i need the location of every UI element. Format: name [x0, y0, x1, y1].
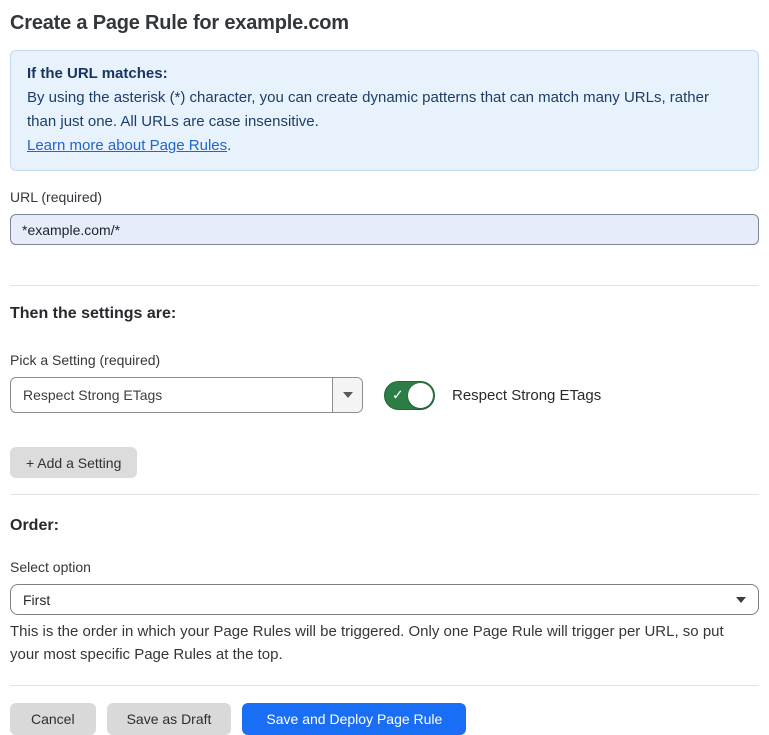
order-select[interactable]: First — [10, 584, 759, 615]
setting-picker-label: Pick a Setting (required) — [10, 352, 759, 369]
cancel-button[interactable]: Cancel — [10, 703, 96, 735]
setting-select[interactable]: Respect Strong ETags — [10, 377, 363, 413]
url-match-info-box: If the URL matches: By using the asteris… — [10, 50, 759, 171]
setting-toggle[interactable]: ✓ — [384, 381, 435, 410]
page-rule-form: Create a Page Rule for example.com If th… — [0, 10, 769, 735]
settings-section-heading: Then the settings are: — [10, 304, 759, 324]
check-icon: ✓ — [392, 388, 404, 402]
page-title: Create a Page Rule for example.com — [10, 10, 759, 36]
url-input[interactable] — [10, 214, 759, 245]
footer-actions: Cancel Save as Draft Save and Deploy Pag… — [10, 703, 759, 735]
setting-select-arrow-button[interactable] — [332, 378, 362, 412]
section-divider — [10, 494, 759, 495]
info-box-body: By using the asterisk (*) character, you… — [27, 86, 742, 134]
order-select-label: Select option — [10, 559, 759, 576]
setting-row: Respect Strong ETags ✓ Respect Strong ET… — [10, 377, 759, 413]
info-box-link-line: Learn more about Page Rules. — [27, 134, 742, 158]
footer-divider — [10, 685, 759, 686]
info-box-heading: If the URL matches: — [27, 62, 742, 86]
section-divider — [10, 285, 759, 286]
url-field-label: URL (required) — [10, 189, 759, 206]
chevron-down-icon — [736, 597, 746, 603]
order-select-value: First — [23, 592, 50, 608]
add-setting-button[interactable]: + Add a Setting — [10, 447, 137, 478]
learn-more-link[interactable]: Learn more about Page Rules — [27, 137, 227, 154]
link-suffix: . — [227, 137, 231, 154]
toggle-knob — [408, 383, 433, 408]
setting-toggle-label: Respect Strong ETags — [452, 387, 601, 404]
order-section-heading: Order: — [10, 516, 759, 536]
save-draft-button[interactable]: Save as Draft — [107, 703, 232, 735]
save-deploy-button[interactable]: Save and Deploy Page Rule — [242, 703, 466, 735]
setting-select-value: Respect Strong ETags — [11, 378, 332, 412]
order-help-text: This is the order in which your Page Rul… — [10, 620, 755, 666]
dropdown-arrow-icon — [343, 392, 353, 398]
